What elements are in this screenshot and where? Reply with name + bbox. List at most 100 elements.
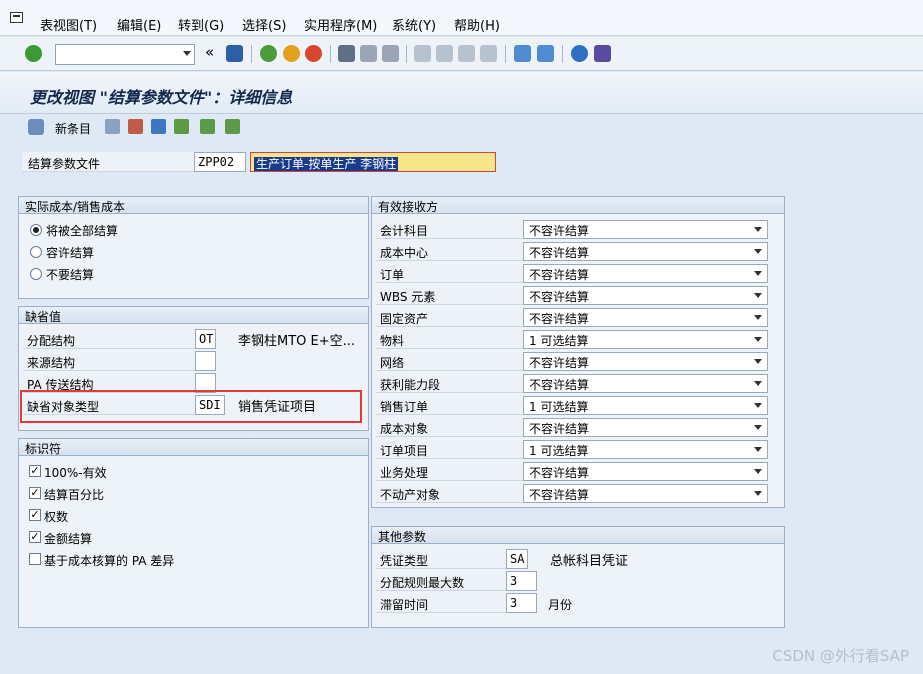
menu-edit[interactable]: 编辑(E) bbox=[117, 15, 161, 34]
receiver-row: 成本中心 bbox=[376, 241, 524, 261]
valid-receivers-group: 有效接收方 会计科目 不容许结算 成本中心 不容许结算 订单 不容许结算 WBS 元素 不容许… bbox=[371, 196, 785, 508]
chevron-down-icon[interactable] bbox=[754, 227, 762, 232]
receiver-label: 销售订单 bbox=[380, 400, 429, 414]
chevron-down-icon[interactable] bbox=[754, 469, 762, 474]
chevron-down-icon[interactable] bbox=[754, 491, 762, 496]
menu-utilities[interactable]: 实用程序(M) bbox=[304, 15, 377, 34]
residence-time-input[interactable]: 3 bbox=[506, 593, 537, 613]
chevron-down-icon[interactable] bbox=[754, 271, 762, 276]
chevron-down-icon[interactable] bbox=[754, 337, 762, 342]
receiver-label: 会计科目 bbox=[380, 224, 429, 238]
receiver-dropdown[interactable]: 不容许结算 bbox=[523, 374, 768, 393]
settlement-profile-description[interactable]: 生产订单-按单生产 李钢柱 bbox=[250, 152, 496, 172]
chevron-down-icon[interactable] bbox=[754, 293, 762, 298]
allocation-structure-input[interactable]: OT bbox=[195, 329, 216, 349]
radio-no-settle-label: 不要结算 bbox=[46, 268, 95, 282]
new-session-icon[interactable] bbox=[514, 45, 531, 62]
chevron-down-icon[interactable] bbox=[183, 51, 191, 56]
receiver-dropdown-value: 1 可选结算 bbox=[529, 400, 589, 414]
find-icon[interactable] bbox=[360, 45, 377, 62]
receiver-dropdown-value: 1 可选结算 bbox=[529, 334, 589, 348]
menu-goto[interactable]: 转到(G) bbox=[178, 15, 224, 34]
receiver-dropdown[interactable]: 不容许结算 bbox=[523, 220, 768, 239]
exit-icon[interactable] bbox=[283, 45, 300, 62]
first-page-icon[interactable] bbox=[414, 45, 431, 62]
previous-page-icon[interactable] bbox=[436, 45, 453, 62]
undo-icon[interactable] bbox=[151, 119, 166, 134]
max-distribution-rules-input[interactable]: 3 bbox=[506, 571, 537, 591]
receiver-dropdown[interactable]: 不容许结算 bbox=[523, 352, 768, 371]
checkbox-pa-variance[interactable] bbox=[29, 553, 41, 565]
checkbox-100-valid[interactable]: ✓ bbox=[29, 465, 41, 477]
source-structure-input[interactable] bbox=[195, 351, 216, 371]
chevron-down-icon[interactable] bbox=[754, 403, 762, 408]
chevron-down-icon[interactable] bbox=[754, 447, 762, 452]
previous-entry-icon[interactable] bbox=[174, 119, 189, 134]
menu-table-view[interactable]: 表视图(T) bbox=[40, 15, 97, 34]
menu-selection[interactable]: 选择(S) bbox=[242, 15, 286, 34]
create-shortcut-icon[interactable] bbox=[537, 45, 554, 62]
radio-no-settle[interactable] bbox=[30, 268, 42, 280]
glasses-display-icon[interactable] bbox=[28, 119, 44, 135]
cancel-icon[interactable] bbox=[305, 45, 322, 62]
receiver-dropdown[interactable]: 1 可选结算 bbox=[523, 440, 768, 459]
radio-settle-allowed[interactable] bbox=[30, 246, 42, 258]
receiver-dropdown-value: 不容许结算 bbox=[529, 224, 590, 238]
receiver-dropdown-value: 不容许结算 bbox=[529, 488, 590, 502]
receiver-label: 订单项目 bbox=[380, 444, 429, 458]
print-icon[interactable] bbox=[338, 45, 355, 62]
document-type-input[interactable]: SA bbox=[506, 549, 528, 569]
receiver-dropdown[interactable]: 不容许结算 bbox=[523, 308, 768, 327]
collapse-arrows-icon[interactable]: « bbox=[205, 43, 214, 61]
chevron-down-icon[interactable] bbox=[754, 315, 762, 320]
checkbox-amount-label: 金额结算 bbox=[44, 532, 93, 546]
receiver-dropdown[interactable]: 不容许结算 bbox=[523, 242, 768, 261]
radio-settle-fully-label: 将被全部结算 bbox=[46, 224, 119, 238]
source-structure-label: 来源结构 bbox=[27, 356, 76, 370]
receiver-row: 销售订单 bbox=[376, 395, 524, 415]
command-field[interactable] bbox=[55, 44, 195, 65]
receiver-label: 成本对象 bbox=[380, 422, 429, 436]
copy-icon[interactable] bbox=[105, 119, 120, 134]
receiver-label: WBS 元素 bbox=[380, 290, 436, 304]
chevron-down-icon[interactable] bbox=[754, 425, 762, 430]
menu-help[interactable]: 帮助(H) bbox=[454, 15, 500, 34]
next-entry-icon[interactable] bbox=[200, 119, 215, 134]
description-text: 生产订单-按单生产 李钢柱 bbox=[254, 157, 399, 171]
menu-system[interactable]: 系统(Y) bbox=[392, 15, 436, 34]
customize-layout-icon[interactable] bbox=[594, 45, 611, 62]
system-menu-icon[interactable] bbox=[10, 12, 23, 23]
receiver-dropdown[interactable]: 不容许结算 bbox=[523, 286, 768, 305]
save-icon[interactable] bbox=[226, 45, 243, 62]
receiver-dropdown-value: 不容许结算 bbox=[529, 466, 590, 480]
chevron-down-icon[interactable] bbox=[754, 359, 762, 364]
help-icon[interactable] bbox=[571, 45, 588, 62]
back-icon[interactable] bbox=[260, 45, 277, 62]
receiver-dropdown[interactable]: 不容许结算 bbox=[523, 264, 768, 283]
enter-check-icon[interactable] bbox=[25, 45, 42, 62]
radio-settle-allowed-label: 容许结算 bbox=[46, 246, 95, 260]
chevron-down-icon[interactable] bbox=[754, 381, 762, 386]
receiver-dropdown[interactable]: 不容许结算 bbox=[523, 418, 768, 437]
receiver-row: 固定资产 bbox=[376, 307, 524, 327]
receiver-dropdown[interactable]: 1 可选结算 bbox=[523, 396, 768, 415]
receiver-row: 成本对象 bbox=[376, 417, 524, 437]
other-row-max-rules: 分配规则最大数 bbox=[376, 571, 506, 591]
select-icon[interactable] bbox=[225, 119, 240, 134]
checkbox-equivalence[interactable]: ✓ bbox=[29, 509, 41, 521]
new-entries-button[interactable]: 新条目 bbox=[55, 120, 91, 137]
receiver-dropdown[interactable]: 不容许结算 bbox=[523, 462, 768, 481]
chevron-down-icon[interactable] bbox=[754, 249, 762, 254]
delete-icon[interactable] bbox=[128, 119, 143, 134]
receiver-dropdown[interactable]: 1 可选结算 bbox=[523, 330, 768, 349]
last-page-icon[interactable] bbox=[480, 45, 497, 62]
find-next-icon[interactable] bbox=[382, 45, 399, 62]
menu-bar: 表视图(T) 编辑(E) 转到(G) 选择(S) 实用程序(M) 系统(Y) 帮… bbox=[0, 0, 923, 36]
radio-settle-fully[interactable] bbox=[30, 224, 42, 236]
checkbox-percentage[interactable]: ✓ bbox=[29, 487, 41, 499]
checkbox-amount[interactable]: ✓ bbox=[29, 531, 41, 543]
settlement-profile-code[interactable]: ZPP02 bbox=[194, 152, 246, 172]
next-page-icon[interactable] bbox=[458, 45, 475, 62]
receiver-dropdown[interactable]: 不容许结算 bbox=[523, 484, 768, 503]
checkbox-percentage-label: 结算百分比 bbox=[44, 488, 105, 502]
